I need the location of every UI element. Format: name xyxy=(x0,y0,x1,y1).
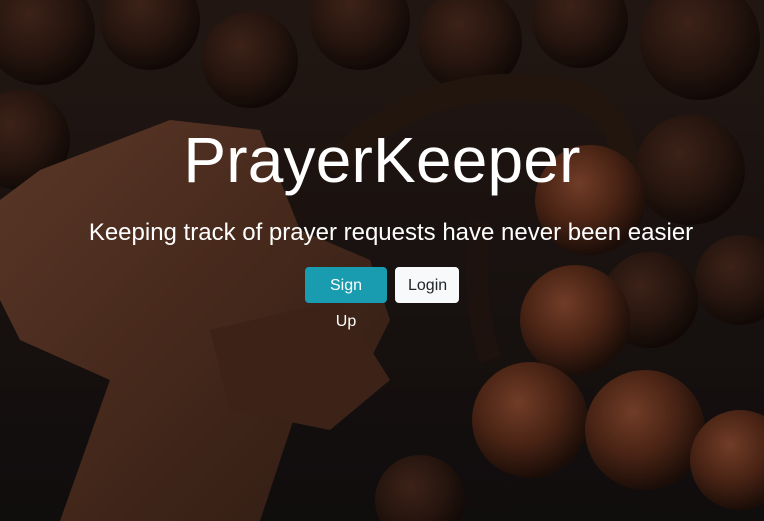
login-button[interactable]: Login xyxy=(395,267,459,303)
hero-section: PrayerKeeper Keeping track of prayer req… xyxy=(0,0,764,521)
page-title: PrayerKeeper xyxy=(183,124,581,196)
hero-content: PrayerKeeper Keeping track of prayer req… xyxy=(0,0,764,521)
sign-up-button[interactable]: Sign Up xyxy=(305,267,387,330)
hero-actions: Sign Up Login xyxy=(0,267,764,330)
hero-subtitle: Keeping track of prayer requests have ne… xyxy=(88,219,694,246)
